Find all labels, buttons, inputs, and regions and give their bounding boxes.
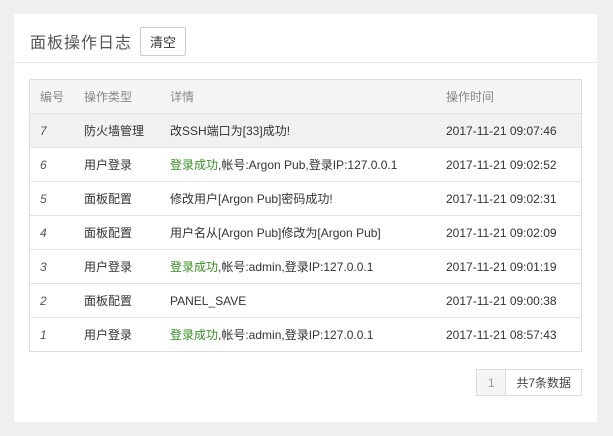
column-header-type: 操作类型 <box>74 80 160 114</box>
cell-type: 用户登录 <box>74 249 160 284</box>
detail-status: 登录成功 <box>170 260 219 274</box>
detail-text: ,帐号:admin,登录IP:127.0.0.1 <box>218 328 374 342</box>
cell-time: 2017-11-21 09:02:31 <box>436 181 581 216</box>
table-row: 1 用户登录 登录成功,帐号:admin,登录IP:127.0.0.1 2017… <box>30 317 581 351</box>
column-header-id: 编号 <box>30 80 74 114</box>
page-title: 面板操作日志 <box>30 35 133 52</box>
total-count-label: 共7条数据 <box>506 370 581 395</box>
cell-id: 3 <box>30 249 74 284</box>
cell-detail: 登录成功,帐号:admin,登录IP:127.0.0.1 <box>160 249 436 284</box>
cell-detail: 改SSH端口为[33]成功! <box>160 113 436 148</box>
log-table: 编号 操作类型 详情 操作时间 7 防火墙管理 改SSH端口为[33]成功! 2… <box>29 79 582 352</box>
detail-text: PANEL_SAVE <box>170 293 247 308</box>
column-header-time: 操作时间 <box>436 80 581 114</box>
cell-type: 面板配置 <box>74 215 160 250</box>
detail-status: 登录成功 <box>170 158 219 172</box>
cell-detail: 登录成功,帐号:Argon Pub,登录IP:127.0.0.1 <box>160 147 436 182</box>
detail-status: 登录成功 <box>170 328 219 342</box>
table-header-row: 编号 操作类型 详情 操作时间 <box>30 80 581 114</box>
cell-time: 2017-11-21 09:07:46 <box>436 113 581 148</box>
table-row: 3 用户登录 登录成功,帐号:admin,登录IP:127.0.0.1 2017… <box>30 249 581 284</box>
table-row: 7 防火墙管理 改SSH端口为[33]成功! 2017-11-21 09:07:… <box>30 113 581 148</box>
cell-time: 2017-11-21 09:02:52 <box>436 147 581 182</box>
detail-text: 用户名从[Argon Pub]修改为[Argon Pub] <box>170 226 381 240</box>
cell-detail: 修改用户[Argon Pub]密码成功! <box>160 181 436 216</box>
cell-type: 用户登录 <box>74 317 160 351</box>
cell-detail: PANEL_SAVE <box>160 283 436 318</box>
cell-id: 5 <box>30 181 74 216</box>
cell-type: 用户登录 <box>74 147 160 182</box>
column-header-detail: 详情 <box>160 80 436 114</box>
cell-detail: 用户名从[Argon Pub]修改为[Argon Pub] <box>160 215 436 250</box>
cell-time: 2017-11-21 09:01:19 <box>436 249 581 284</box>
cell-type: 防火墙管理 <box>74 113 160 148</box>
cell-type: 面板配置 <box>74 181 160 216</box>
cell-detail: 登录成功,帐号:admin,登录IP:127.0.0.1 <box>160 317 436 351</box>
detail-text: 修改用户[Argon Pub]密码成功! <box>170 192 333 206</box>
table-row: 2 面板配置 PANEL_SAVE 2017-11-21 09:00:38 <box>30 283 581 318</box>
table-row: 5 面板配置 修改用户[Argon Pub]密码成功! 2017-11-21 0… <box>30 181 581 216</box>
cell-time: 2017-11-21 08:57:43 <box>436 317 581 351</box>
cell-id: 1 <box>30 317 74 351</box>
detail-text: 改SSH端口为[33]成功! <box>170 124 291 138</box>
table-row: 6 用户登录 登录成功,帐号:Argon Pub,登录IP:127.0.0.1 … <box>30 147 581 182</box>
panel-header: 面板操作日志 清空 <box>14 14 597 63</box>
page-1-button[interactable]: 1 <box>477 370 507 395</box>
cell-id: 6 <box>30 147 74 182</box>
cell-time: 2017-11-21 09:00:38 <box>436 283 581 318</box>
detail-text: ,帐号:Argon Pub,登录IP:127.0.0.1 <box>218 158 398 172</box>
table-row: 4 面板配置 用户名从[Argon Pub]修改为[Argon Pub] 201… <box>30 215 581 250</box>
clear-button[interactable]: 清空 <box>140 27 186 56</box>
cell-type: 面板配置 <box>74 283 160 318</box>
log-panel: 面板操作日志 清空 编号 操作类型 详情 操作时间 7 防火墙管理 改SSH端口… <box>14 14 597 422</box>
pagination: 1 共7条数据 <box>476 369 582 396</box>
cell-time: 2017-11-21 09:02:09 <box>436 215 581 250</box>
cell-id: 7 <box>30 113 74 148</box>
cell-id: 4 <box>30 215 74 250</box>
detail-text: ,帐号:admin,登录IP:127.0.0.1 <box>218 260 374 274</box>
cell-id: 2 <box>30 283 74 318</box>
